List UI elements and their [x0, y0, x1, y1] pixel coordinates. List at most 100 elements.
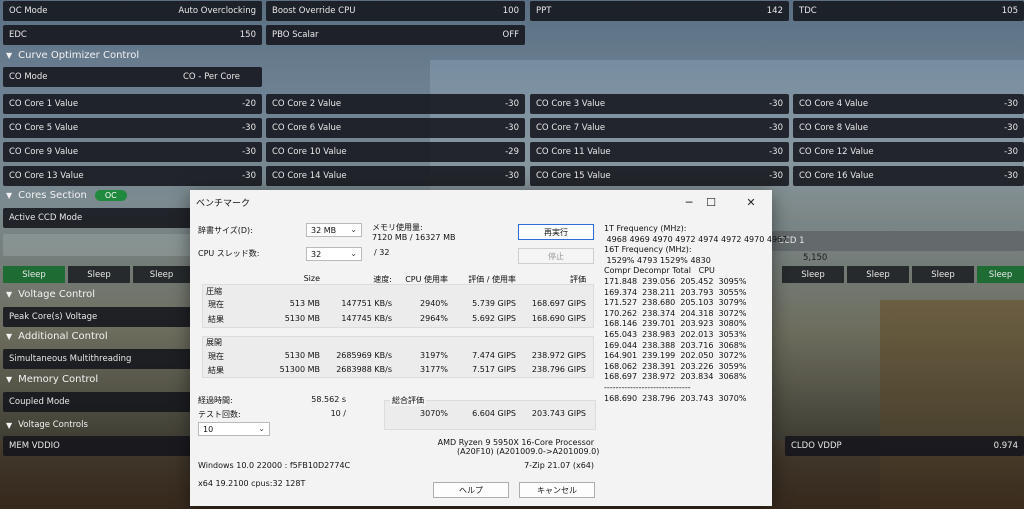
dict-size-value: 32 MB: [311, 225, 337, 235]
tests-value: 10 /: [330, 409, 346, 418]
core-sleep-toggle[interactable]: Sleep: [912, 266, 974, 283]
ppt-value: 142: [766, 6, 783, 16]
ccd1-frequency: 5,150: [803, 253, 828, 263]
zip-version: 7-Zip 21.07 (x64): [524, 461, 594, 470]
co-core-value: -30: [505, 99, 519, 109]
cldo-vddp-label: CLDO VDDP: [791, 441, 842, 451]
co-core-label: CO Core 12 Value: [799, 147, 874, 157]
co-core-value: -30: [242, 123, 256, 133]
co-core-value: -30: [242, 171, 256, 181]
core-sleep-toggle[interactable]: Sleep: [3, 266, 65, 283]
co-core-row[interactable]: CO Core 3 Value -30: [530, 94, 789, 114]
total-rating-label: 総合評価: [390, 395, 426, 406]
smt-row[interactable]: Simultaneous Multithreading: [3, 349, 193, 369]
voltage-control-header[interactable]: ▼ Voltage Control: [6, 289, 95, 300]
decompress-result-cpu: 3177%: [420, 365, 448, 374]
co-core-value: -30: [769, 123, 783, 133]
core-sleep-toggle[interactable]: Sleep: [782, 266, 844, 283]
sleep-label: Sleep: [931, 269, 955, 280]
maximize-icon[interactable]: ☐: [696, 193, 726, 211]
sleep-label: Sleep: [87, 269, 111, 280]
dict-size-select[interactable]: 32 MB ⌄: [306, 223, 362, 237]
co-core-row[interactable]: CO Core 16 Value -30: [793, 166, 1024, 186]
active-ccd-row[interactable]: Active CCD Mode: [3, 208, 193, 228]
mem-vddio-label: MEM VDDIO: [9, 441, 60, 451]
compress-result-cpu: 2964%: [420, 314, 448, 323]
coupled-mode-row[interactable]: Coupled Mode: [3, 392, 193, 412]
boost-override-label: Boost Override CPU: [272, 6, 356, 16]
co-core-row[interactable]: CO Core 12 Value -30: [793, 142, 1024, 162]
co-core-value: -30: [769, 99, 783, 109]
co-core-label: CO Core 14 Value: [272, 171, 347, 181]
stop-button[interactable]: 停止: [518, 248, 594, 264]
col-size-header: Size: [303, 274, 320, 283]
co-core-row[interactable]: CO Core 11 Value -30: [530, 142, 789, 162]
co-core-row[interactable]: CO Core 14 Value -30: [266, 166, 525, 186]
peak-core-voltage-row[interactable]: Peak Core(s) Voltage: [3, 307, 193, 327]
tests-count-select[interactable]: 10 ⌄: [198, 422, 270, 436]
core-sleep-toggle[interactable]: Sleep: [133, 266, 190, 283]
cpu-threads-select[interactable]: 32 ⌄: [306, 247, 362, 261]
decompress-current-speed: 2685969 KB/s: [336, 351, 392, 360]
co-core-row[interactable]: CO Core 1 Value -20: [3, 94, 262, 114]
co-core-row[interactable]: CO Core 10 Value -29: [266, 142, 525, 162]
tests-count-value: 10: [203, 424, 214, 434]
co-core-row[interactable]: CO Core 4 Value -30: [793, 94, 1024, 114]
compress-current-rating-usage: 5.739 GIPS: [472, 299, 516, 308]
rerun-button[interactable]: 再実行: [518, 224, 594, 240]
boost-override-row[interactable]: Boost Override CPU 100: [266, 1, 525, 21]
close-icon[interactable]: ✕: [736, 193, 766, 211]
co-core-row[interactable]: CO Core 5 Value -30: [3, 118, 262, 138]
co-core-value: -30: [769, 171, 783, 181]
core-sleep-toggle[interactable]: Sleep: [68, 266, 130, 283]
ppt-row[interactable]: PPT 142: [530, 1, 789, 21]
compress-current-rating: 168.697 GIPS: [531, 299, 586, 308]
mem-vddio-row[interactable]: MEM VDDIO: [3, 436, 193, 456]
co-core-row[interactable]: CO Core 8 Value -30: [793, 118, 1024, 138]
co-core-label: CO Core 10 Value: [272, 147, 347, 157]
additional-control-header[interactable]: ▼ Additional Control: [6, 331, 108, 342]
active-ccd-label: Active CCD Mode: [9, 213, 83, 223]
cores-section-header[interactable]: ▼ Cores Section OC: [6, 190, 127, 201]
voltage-controls-header[interactable]: ▼ Voltage Controls: [6, 420, 88, 430]
co-core-row[interactable]: CO Core 6 Value -30: [266, 118, 525, 138]
chevron-down-icon: ▼: [6, 191, 13, 200]
core-sleep-toggle[interactable]: Sleep: [847, 266, 909, 283]
edc-row[interactable]: EDC 150: [3, 25, 262, 45]
oc-badge: OC: [94, 190, 127, 201]
co-core-value: -30: [1004, 171, 1018, 181]
decompress-current-size: 5130 MB: [284, 351, 320, 360]
tdc-row[interactable]: TDC 105: [793, 1, 1024, 21]
peak-core-voltage-label: Peak Core(s) Voltage: [9, 312, 98, 322]
co-core-label: CO Core 13 Value: [9, 171, 84, 181]
co-core-row[interactable]: CO Core 13 Value -30: [3, 166, 262, 186]
core-sleep-toggle[interactable]: Sleep: [977, 266, 1024, 283]
co-core-value: -30: [242, 147, 256, 157]
frequency-results-panel: 1T Frequency (MHz): 4968 4969 4970 4972 …: [604, 224, 787, 403]
total-rating: 203.743 GIPS: [531, 409, 586, 418]
current-label: 現在: [208, 352, 224, 361]
cldo-vddp-row[interactable]: CLDO VDDP 0.974: [785, 436, 1024, 456]
coupled-mode-label: Coupled Mode: [9, 397, 70, 407]
chevron-down-icon: ⌄: [350, 249, 357, 258]
co-core-label: CO Core 1 Value: [9, 99, 79, 109]
ccd0-bar: [3, 234, 193, 256]
co-core-value: -30: [769, 147, 783, 157]
co-core-row[interactable]: CO Core 2 Value -30: [266, 94, 525, 114]
co-core-row[interactable]: CO Core 7 Value -30: [530, 118, 789, 138]
elapsed-label: 経過時間:: [198, 396, 233, 405]
total-rating-usage: 6.604 GIPS: [472, 409, 516, 418]
oc-mode-row[interactable]: OC Mode Auto Overclocking: [3, 1, 262, 21]
cancel-button[interactable]: キャンセル: [519, 482, 595, 498]
co-mode-row[interactable]: CO Mode CO - Per Core: [3, 67, 262, 87]
co-core-row[interactable]: CO Core 15 Value -30: [530, 166, 789, 186]
pbo-scalar-row[interactable]: PBO Scalar OFF: [266, 25, 525, 45]
memory-control-header[interactable]: ▼ Memory Control: [6, 374, 98, 385]
chevron-down-icon: ⌄: [258, 424, 265, 433]
co-core-row[interactable]: CO Core 9 Value -30: [3, 142, 262, 162]
help-button[interactable]: ヘルプ: [433, 482, 509, 498]
curve-optimizer-header[interactable]: ▼ Curve Optimizer Control: [6, 50, 139, 61]
cpu-name: AMD Ryzen 9 5950X 16-Core Processor: [437, 438, 594, 447]
arch-info: x64 19.2100 cpus:32 128T: [198, 479, 306, 488]
co-core-value: -20: [242, 99, 256, 109]
